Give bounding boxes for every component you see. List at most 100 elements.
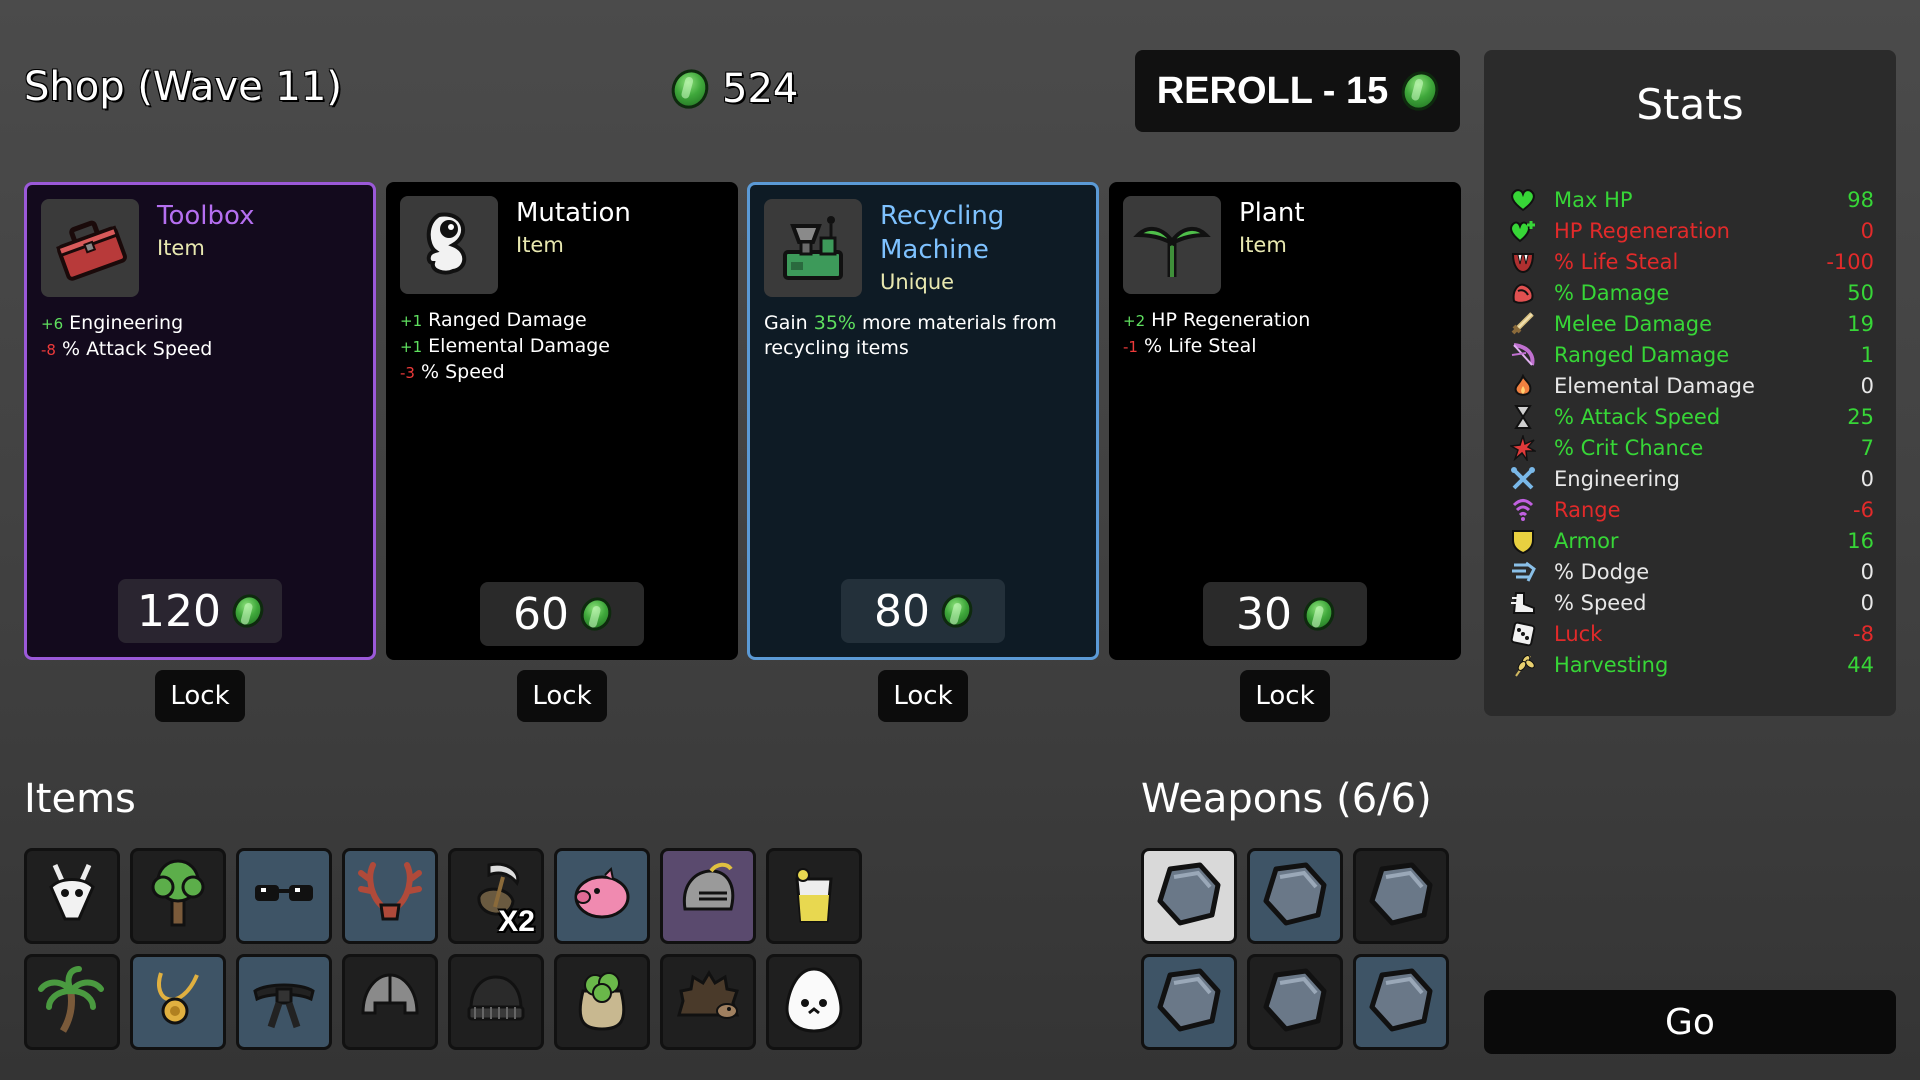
material-gem-icon <box>1395 65 1446 117</box>
shop-card-mutation[interactable]: Mutation Item +1 Ranged Damage +1 Elemen… <box>386 182 738 660</box>
weapon-slot[interactable] <box>1247 954 1343 1050</box>
item-description: Gain 35% more materials from recycling i… <box>764 312 1057 359</box>
shop-card-plant[interactable]: Plant Item +2 HP Regeneration -1 % Life … <box>1109 182 1461 660</box>
lock-button[interactable]: Lock <box>878 670 968 722</box>
weapon-slot[interactable] <box>1141 954 1237 1050</box>
weapon-slot[interactable] <box>1353 848 1449 944</box>
shop-card-toolbox[interactable]: Toolbox Item +6 Engineering -8 % Attack … <box>24 182 376 660</box>
item-slot[interactable] <box>342 954 438 1050</box>
price: 60 <box>513 588 569 640</box>
item-slot[interactable] <box>342 848 438 944</box>
reroll-label: REROLL - 15 <box>1156 69 1389 112</box>
antlers-icon <box>353 857 427 935</box>
item-slot[interactable] <box>766 848 862 944</box>
rock-icon <box>1258 857 1332 935</box>
weapons-title: Weapons (6/6) <box>1141 776 1432 822</box>
weapon-slot[interactable] <box>1247 848 1343 944</box>
materials-counter: 524 <box>665 63 799 115</box>
stat-value: 44 <box>1847 652 1874 677</box>
item-slot[interactable] <box>660 848 756 944</box>
item-slot[interactable] <box>766 954 862 1050</box>
dice-icon <box>1508 621 1538 647</box>
stat-label: Engineering <box>1554 466 1680 491</box>
item-effects: +6 Engineering -8 % Attack Speed <box>41 311 359 363</box>
buy-button[interactable]: 60 <box>480 582 644 646</box>
wheat-icon <box>1508 652 1538 678</box>
go-button[interactable]: Go <box>1484 990 1896 1054</box>
black-belt-icon <box>247 963 321 1041</box>
stat-row: Elemental Damage 0 <box>1508 370 1874 401</box>
flame-icon <box>1508 373 1538 399</box>
sword-icon <box>1508 311 1538 337</box>
stat-label: Armor <box>1554 528 1619 553</box>
materials-amount: 524 <box>722 66 799 112</box>
stat-row: % Dodge 0 <box>1508 556 1874 587</box>
effect-line: -8 % Attack Speed <box>41 338 213 360</box>
stat-value: 0 <box>1860 466 1874 491</box>
hourglass-icon <box>1508 404 1538 430</box>
stat-label: Melee Damage <box>1554 311 1713 336</box>
item-slot[interactable] <box>448 954 544 1050</box>
stat-row: HP Regeneration 0 <box>1508 215 1874 246</box>
recycling-machine-icon <box>764 199 862 297</box>
buy-button[interactable]: 30 <box>1203 582 1367 646</box>
wrench-cross-icon <box>1508 466 1538 492</box>
stat-value: 19 <box>1847 311 1874 336</box>
buy-button[interactable]: 80 <box>841 579 1005 643</box>
buy-button[interactable]: 120 <box>118 579 282 643</box>
item-slot[interactable] <box>554 954 650 1050</box>
stat-label: % Attack Speed <box>1554 404 1721 429</box>
stat-value: -8 <box>1853 621 1874 646</box>
item-slot[interactable] <box>236 848 332 944</box>
material-gem-icon <box>227 589 269 633</box>
item-slot[interactable] <box>24 954 120 1050</box>
effect-line: +2 HP Regeneration <box>1123 309 1311 331</box>
item-slot[interactable] <box>236 954 332 1050</box>
item-slot[interactable] <box>130 954 226 1050</box>
stat-value: -6 <box>1853 497 1874 522</box>
effect-line: +1 Ranged Damage <box>400 309 587 331</box>
lemonade-icon <box>777 857 851 935</box>
stat-value: 1 <box>1860 342 1874 367</box>
dodge-icon <box>1508 559 1538 585</box>
quantity-badge: X2 <box>498 905 535 938</box>
item-slot[interactable] <box>660 954 756 1050</box>
effect-line: -1 % Life Steal <box>1123 335 1257 357</box>
stat-value: -100 <box>1826 249 1874 274</box>
stat-label: Harvesting <box>1554 652 1669 677</box>
lock-button[interactable]: Lock <box>155 670 245 722</box>
item-name: Toolbox <box>157 201 255 231</box>
weapon-slot[interactable] <box>1141 848 1237 944</box>
lock-button[interactable]: Lock <box>517 670 607 722</box>
item-slot[interactable] <box>24 848 120 944</box>
item-slot[interactable] <box>554 848 650 944</box>
item-type: Unique <box>880 270 955 294</box>
item-slot[interactable]: X2 <box>448 848 544 944</box>
reroll-button[interactable]: REROLL - 15 <box>1135 50 1460 132</box>
rock-icon <box>1152 857 1226 935</box>
shop-card-recycling-machine[interactable]: Recycling Machine Unique Gain 35% more m… <box>747 182 1099 660</box>
weapons-grid <box>1141 848 1449 1050</box>
stat-row: Max HP 98 <box>1508 184 1874 215</box>
sunglasses-icon <box>247 857 321 935</box>
item-effects: +1 Ranged Damage +1 Elemental Damage -3 … <box>400 308 724 386</box>
fertilizer-sack-icon <box>565 963 639 1041</box>
stat-row: Harvesting 44 <box>1508 649 1874 680</box>
stats-title: Stats <box>1636 80 1744 129</box>
weapon-slot[interactable] <box>1353 954 1449 1050</box>
stat-row: Luck -8 <box>1508 618 1874 649</box>
material-gem-icon <box>936 589 978 633</box>
toolbox-icon <box>41 199 139 297</box>
rock-icon <box>1364 963 1438 1041</box>
items-grid: X2 <box>24 848 862 1050</box>
stat-row: % Crit Chance 7 <box>1508 432 1874 463</box>
stat-row: Range -6 <box>1508 494 1874 525</box>
stat-label: % Dodge <box>1554 559 1650 584</box>
item-slot[interactable] <box>130 848 226 944</box>
lock-button[interactable]: Lock <box>1240 670 1330 722</box>
stat-row: % Damage 50 <box>1508 277 1874 308</box>
item-type: Item <box>157 236 205 260</box>
helmet-icon <box>353 963 427 1041</box>
pendant-icon <box>141 963 215 1041</box>
price: 120 <box>137 585 221 637</box>
